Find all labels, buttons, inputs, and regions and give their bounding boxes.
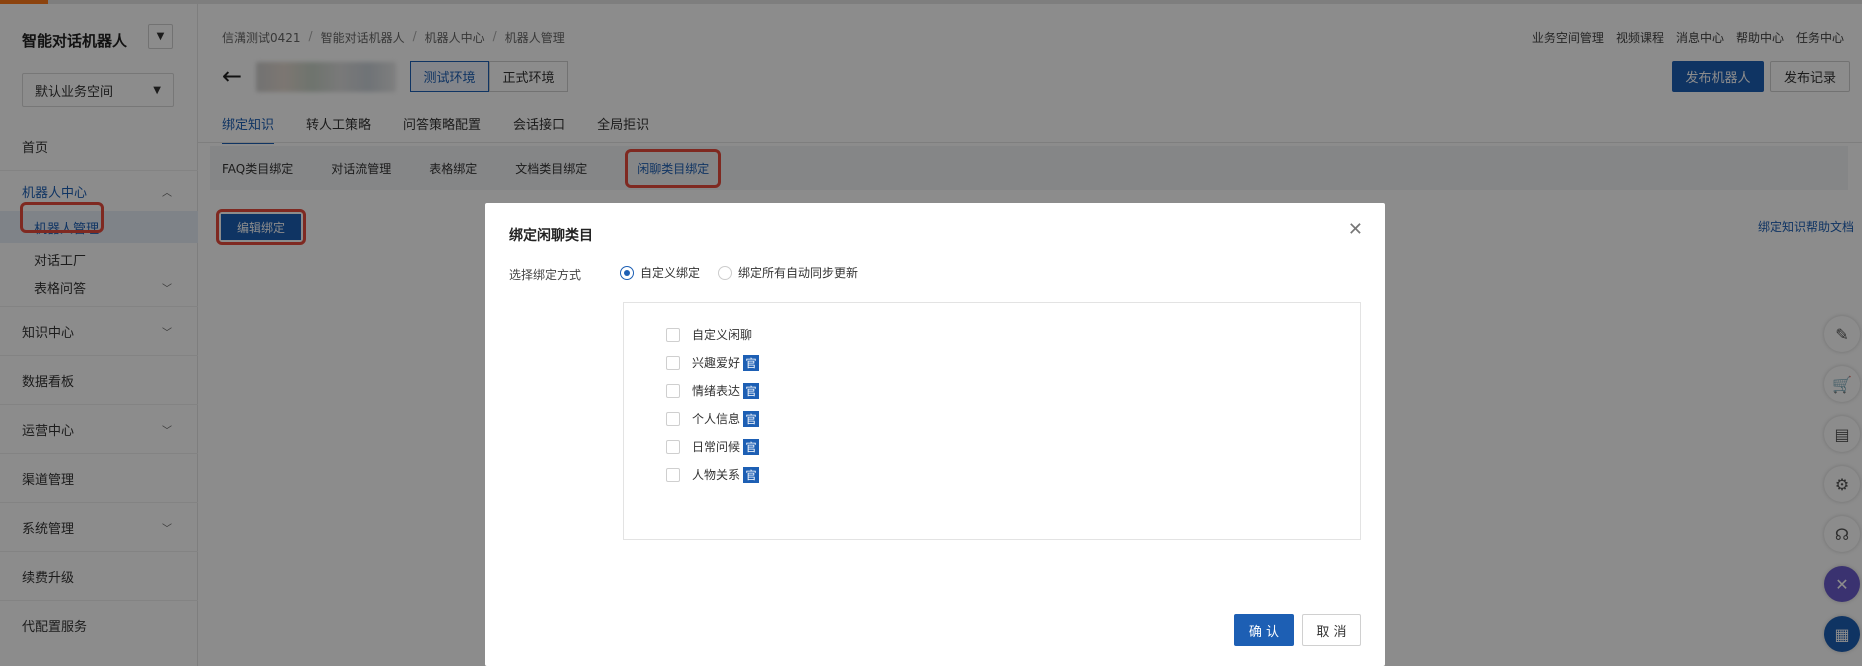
bind-method-label: 选择绑定方式 — [509, 268, 582, 282]
radio-unchecked-icon — [718, 265, 733, 280]
category-item[interactable]: 人物关系官 — [666, 466, 760, 483]
modal-title: 绑定闲聊类目 — [509, 228, 593, 244]
category-item[interactable]: 兴趣爱好官 — [666, 354, 760, 371]
radio-label: 自定义绑定 — [640, 266, 701, 280]
radio-checked-icon — [620, 265, 634, 280]
official-badge: 官 — [743, 410, 760, 427]
category-item[interactable]: 日常问候官 — [666, 438, 760, 455]
official-badge: 官 — [743, 382, 760, 399]
official-badge: 官 — [743, 354, 760, 371]
radio-label: 绑定所有自动同步更新 — [738, 266, 859, 280]
checkbox[interactable] — [666, 439, 680, 454]
checkbox[interactable] — [666, 467, 680, 482]
official-badge: 官 — [743, 466, 760, 483]
confirm-button[interactable]: 确 认 — [1234, 614, 1294, 646]
category-item[interactable]: 自定义闲聊 — [666, 326, 752, 343]
category-item[interactable]: 个人信息官 — [666, 410, 760, 427]
cancel-button[interactable]: 取 消 — [1302, 614, 1361, 646]
checkbox[interactable] — [666, 327, 680, 342]
checkbox[interactable] — [666, 411, 680, 426]
category-label: 兴趣爱好 — [692, 356, 741, 370]
category-item[interactable]: 情绪表达官 — [666, 382, 760, 399]
category-label: 日常问候 — [692, 440, 741, 454]
radio-bind-all[interactable]: 绑定所有自动同步更新 — [718, 264, 858, 281]
category-label: 自定义闲聊 — [692, 328, 753, 342]
bind-chitchat-modal: 绑定闲聊类目 ✕ 选择绑定方式 自定义绑定 绑定所有自动同步更新 自定义闲聊 兴… — [485, 203, 1385, 666]
official-badge: 官 — [743, 438, 760, 455]
close-icon[interactable]: ✕ — [1348, 219, 1363, 240]
checkbox[interactable] — [666, 355, 680, 370]
bind-method-radios: 自定义绑定 绑定所有自动同步更新 — [620, 264, 858, 281]
checkbox[interactable] — [666, 383, 680, 398]
radio-custom-bind[interactable]: 自定义绑定 — [620, 264, 700, 281]
category-label: 个人信息 — [692, 412, 741, 426]
category-list: 自定义闲聊 兴趣爱好官 情绪表达官 个人信息官 日常问候官 人物关系官 — [623, 302, 1361, 540]
category-label: 人物关系 — [692, 468, 741, 482]
category-label: 情绪表达 — [692, 384, 741, 398]
